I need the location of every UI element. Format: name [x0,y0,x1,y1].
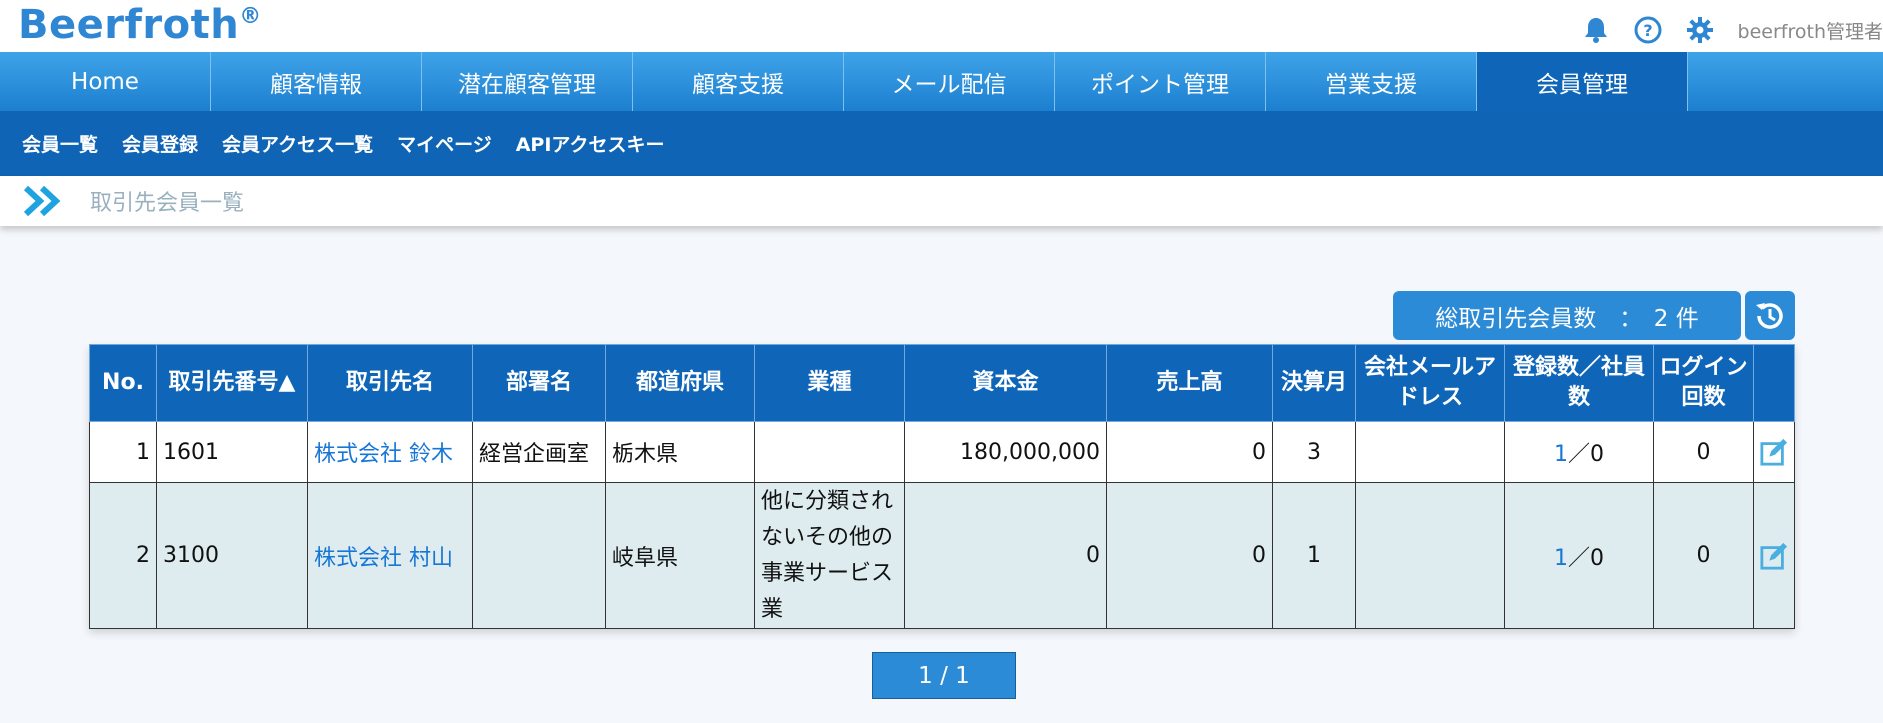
emp-count: 0 [1590,545,1604,571]
nav-mail-delivery[interactable]: メール配信 [844,52,1055,111]
nav-customer-support[interactable]: 顧客支援 [633,52,844,111]
svg-text:?: ? [1643,21,1652,40]
cell-edit [1753,421,1795,483]
cell-pref: 岐阜県 [605,482,755,629]
chevrons-right-icon [24,184,62,218]
table-row: 1 1601 株式会社 鈴木 経営企画室 栃木県 180,000,000 0 3… [89,421,1795,483]
col-sales[interactable]: 売上高 [1106,344,1273,422]
subnav-api-access-key[interactable]: APIアクセスキー [516,130,665,157]
member-table: No. 取引先番号▲ 取引先名 部署名 都道府県 業種 資本金 売上高 決算月 … [89,344,1795,629]
subnav-member-list[interactable]: 会員一覧 [22,130,98,157]
reg-count-link[interactable]: 1 [1554,546,1568,571]
sub-nav: 会員一覧 会員登録 会員アクセス一覧 マイページ APIアクセスキー [0,111,1883,176]
cell-reg-emp: 1／0 [1504,421,1654,483]
subnav-mypage[interactable]: マイページ [397,130,492,157]
cell-name: 株式会社 鈴木 [307,421,473,483]
col-edit [1753,344,1795,422]
nav-customer-info[interactable]: 顧客情報 [211,52,422,111]
user-name[interactable]: beerfroth管理者 [1738,17,1883,44]
col-name[interactable]: 取引先名 [307,344,473,422]
cell-name: 株式会社 村山 [307,482,473,629]
nav-sales-support[interactable]: 営業支援 [1266,52,1477,111]
cell-sales: 0 [1106,421,1273,483]
cell-reg-emp: 1／0 [1504,482,1654,629]
top-bar: Beerfroth® ? beerfroth管理者 [0,0,1883,52]
nav-home[interactable]: Home [0,52,211,111]
reg-emp-separator: ／ [1567,545,1590,571]
cell-code: 3100 [156,482,308,629]
company-link[interactable]: 株式会社 鈴木 [314,442,453,467]
cell-dept [472,482,606,629]
col-reg-emp[interactable]: 登録数／社員数 [1504,344,1654,422]
subnav-member-access-list[interactable]: 会員アクセス一覧 [222,130,373,157]
reg-count-link[interactable]: 1 [1554,442,1568,467]
cell-no: 1 [89,421,157,483]
nav-lead-management[interactable]: 潜在顧客管理 [422,52,633,111]
emp-count: 0 [1590,442,1604,467]
gear-icon[interactable] [1686,16,1714,44]
nav-member-management[interactable]: 会員管理 [1477,52,1688,111]
col-dept[interactable]: 部署名 [472,344,606,422]
cell-industry [754,421,905,483]
col-month[interactable]: 決算月 [1272,344,1356,422]
col-code[interactable]: 取引先番号▲ [156,344,308,422]
edit-icon[interactable] [1760,437,1788,467]
cell-industry: 他に分類されないその他の事業サービス業 [754,482,905,629]
history-icon [1756,302,1783,329]
top-icons: ? beerfroth管理者 [1558,10,1883,50]
main-nav: Home 顧客情報 潜在顧客管理 顧客支援 メール配信 ポイント管理 営業支援 … [0,52,1883,111]
logo[interactable]: Beerfroth® [18,2,262,48]
cell-pref: 栃木県 [605,421,755,483]
cell-logins: 0 [1653,482,1754,629]
col-pref[interactable]: 都道府県 [605,344,755,422]
col-email[interactable]: 会社メールアドレス [1355,344,1505,422]
table-header-row: No. 取引先番号▲ 取引先名 部署名 都道府県 業種 資本金 売上高 決算月 … [89,344,1795,422]
subnav-member-register[interactable]: 会員登録 [122,130,198,157]
col-industry[interactable]: 業種 [754,344,905,422]
cell-month: 3 [1272,421,1356,483]
reg-emp-separator: ／ [1567,442,1590,467]
company-link[interactable]: 株式会社 村山 [314,546,453,571]
cell-sales: 0 [1106,482,1273,629]
table-row: 2 3100 株式会社 村山 岐阜県 他に分類されないその他の事業サービス業 0… [89,482,1795,629]
cell-dept: 経営企画室 [472,421,606,483]
col-no: No. [89,344,157,422]
cell-no: 2 [89,482,157,629]
cell-capital: 0 [904,482,1107,629]
breadcrumb: 取引先会員一覧 [0,176,1883,226]
page-title: 取引先会員一覧 [90,191,245,216]
history-button[interactable] [1745,291,1795,340]
col-capital[interactable]: 資本金 [904,344,1107,422]
total-count-badge: 総取引先会員数 ： 2 件 [1393,291,1741,340]
cell-month: 1 [1272,482,1356,629]
cell-email [1355,421,1505,483]
nav-point-management[interactable]: ポイント管理 [1055,52,1266,111]
cell-capital: 180,000,000 [904,421,1107,483]
pagination-button[interactable]: 1 / 1 [872,652,1016,699]
cell-edit [1753,482,1795,629]
cell-email [1355,482,1505,629]
edit-icon[interactable] [1760,541,1788,571]
cell-code: 1601 [156,421,308,483]
col-logins[interactable]: ログイン回数 [1653,344,1754,422]
cell-logins: 0 [1653,421,1754,483]
bell-icon[interactable] [1582,16,1610,44]
help-icon[interactable]: ? [1634,16,1662,44]
